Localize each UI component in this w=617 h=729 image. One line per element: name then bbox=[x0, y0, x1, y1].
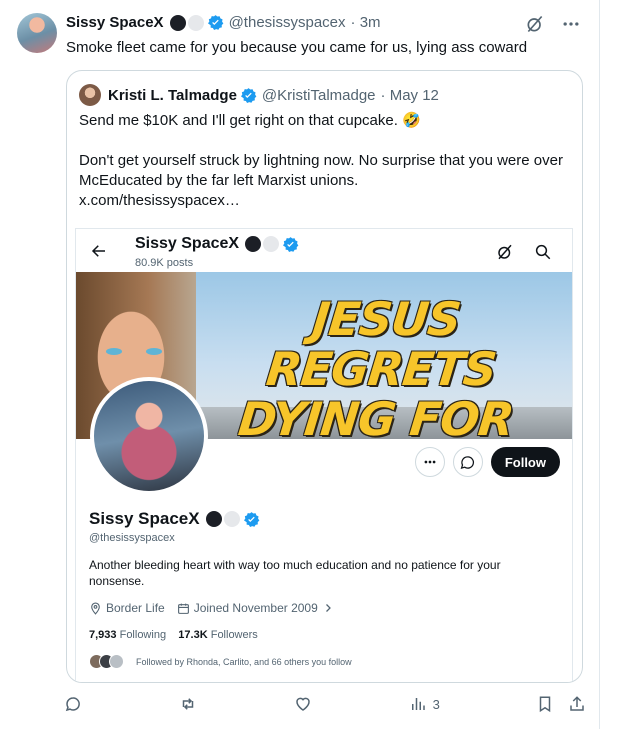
banner-line-1: JESUS REGRETS bbox=[263, 292, 499, 396]
quote-paragraph-2: Don't get yourself struck by lightning n… bbox=[79, 152, 563, 189]
verified-badge-icon bbox=[207, 15, 223, 30]
location-pin-icon bbox=[91, 602, 100, 615]
grok-icon bbox=[498, 244, 512, 260]
grok-icon[interactable] bbox=[525, 14, 545, 34]
action-bar: 3 bbox=[64, 695, 586, 713]
banner-text: JESUS REGRETS DYING FOR YOU bbox=[175, 292, 572, 439]
quote-avatar[interactable] bbox=[79, 84, 101, 106]
search-icon bbox=[535, 244, 551, 260]
profile-header-name: Sissy SpaceX bbox=[135, 235, 299, 253]
profile-avatar bbox=[90, 377, 208, 495]
more-icon bbox=[424, 460, 436, 464]
tweet-time[interactable]: · 3m bbox=[351, 14, 381, 31]
quote-author-handle[interactable]: @KristiTalmadge bbox=[262, 87, 376, 104]
tweet-text: Smoke fleet came for you because you cam… bbox=[66, 39, 528, 56]
profile-location: Border Life bbox=[106, 601, 165, 615]
share-icon[interactable] bbox=[568, 695, 586, 713]
followed-by-text: Followed by Rhonda, Carlito, and 66 othe… bbox=[136, 656, 352, 667]
profile-name-text: Sissy SpaceX bbox=[89, 509, 200, 528]
back-arrow-icon bbox=[91, 245, 105, 257]
profile-stats: 7,933 Following 17.3K Followers bbox=[89, 629, 258, 641]
profile-header-name-text: Sissy SpaceX bbox=[135, 235, 240, 252]
banner-eye bbox=[146, 348, 162, 355]
banner-line-2: DYING FOR YOU bbox=[235, 392, 516, 439]
more-button bbox=[414, 447, 445, 477]
tweet[interactable]: Sissy SpaceX @thesissyspacex · 3m Smoke … bbox=[0, 0, 600, 729]
black-circle-icon bbox=[245, 236, 262, 252]
calendar-icon bbox=[177, 603, 189, 614]
following-label: Following bbox=[119, 629, 167, 641]
quote-text: Send me $10K and I'll get right on that … bbox=[79, 111, 569, 211]
followed-by: Followed by Rhonda, Carlito, and 66 othe… bbox=[89, 654, 352, 669]
bookmark-icon[interactable] bbox=[536, 695, 554, 713]
gray-circle-icon bbox=[223, 511, 240, 527]
profile-joined: Joined November 2009 bbox=[193, 601, 318, 615]
followers-label: Followers bbox=[210, 629, 258, 641]
black-circle-icon bbox=[169, 14, 186, 31]
quote-paragraph-1: Send me $10K and I'll get right on that … bbox=[79, 112, 421, 129]
chat-bubble-icon bbox=[460, 455, 475, 469]
avatar[interactable] bbox=[17, 13, 57, 53]
message-button bbox=[452, 447, 483, 477]
views-chart-icon bbox=[411, 698, 425, 710]
quote-link[interactable]: x.com/thesissyspacex… bbox=[79, 191, 569, 211]
quote-date[interactable]: · May 12 bbox=[381, 87, 439, 104]
verified-badge-icon bbox=[283, 236, 299, 252]
author-name[interactable]: Sissy SpaceX bbox=[66, 14, 164, 31]
follow-button: Follow bbox=[490, 447, 560, 477]
profile-meta: Border Life Joined November 2009 bbox=[89, 601, 350, 615]
verified-badge-icon bbox=[240, 87, 257, 103]
profile-handle: @thesissyspacex bbox=[89, 532, 175, 544]
reply-icon[interactable] bbox=[64, 695, 82, 713]
views-button[interactable]: 3 bbox=[409, 695, 440, 713]
followers-count: 17.3K bbox=[178, 629, 208, 641]
post-count: 80.9K posts bbox=[135, 257, 194, 269]
profile-screenshot[interactable]: Sissy SpaceX 80.9K posts JESUS REGRETS D… bbox=[75, 228, 573, 682]
verified-badge-icon bbox=[243, 511, 259, 527]
gray-circle-icon bbox=[263, 236, 280, 252]
tweet-header: Sissy SpaceX @thesissyspacex · 3m bbox=[66, 14, 381, 31]
profile-name: Sissy SpaceX bbox=[89, 509, 260, 529]
repost-icon[interactable] bbox=[178, 695, 198, 713]
following-count: 7,933 bbox=[89, 629, 117, 641]
views-count: 3 bbox=[432, 696, 440, 712]
banner-eye bbox=[106, 348, 122, 355]
more-icon[interactable] bbox=[561, 14, 581, 34]
author-handle[interactable]: @thesissyspacex bbox=[229, 14, 346, 31]
chevron-right-icon bbox=[325, 604, 331, 612]
mini-avatar bbox=[109, 654, 124, 669]
like-icon[interactable] bbox=[294, 695, 312, 713]
quote-header: Kristi L. Talmadge @KristiTalmadge · May… bbox=[79, 84, 439, 106]
quote-author-name[interactable]: Kristi L. Talmadge bbox=[108, 87, 237, 104]
black-circle-icon bbox=[205, 511, 222, 527]
quoted-tweet[interactable]: Kristi L. Talmadge @KristiTalmadge · May… bbox=[66, 70, 583, 683]
gray-circle-icon bbox=[187, 14, 204, 31]
profile-bio: Another bleeding heart with way too much… bbox=[89, 558, 501, 588]
